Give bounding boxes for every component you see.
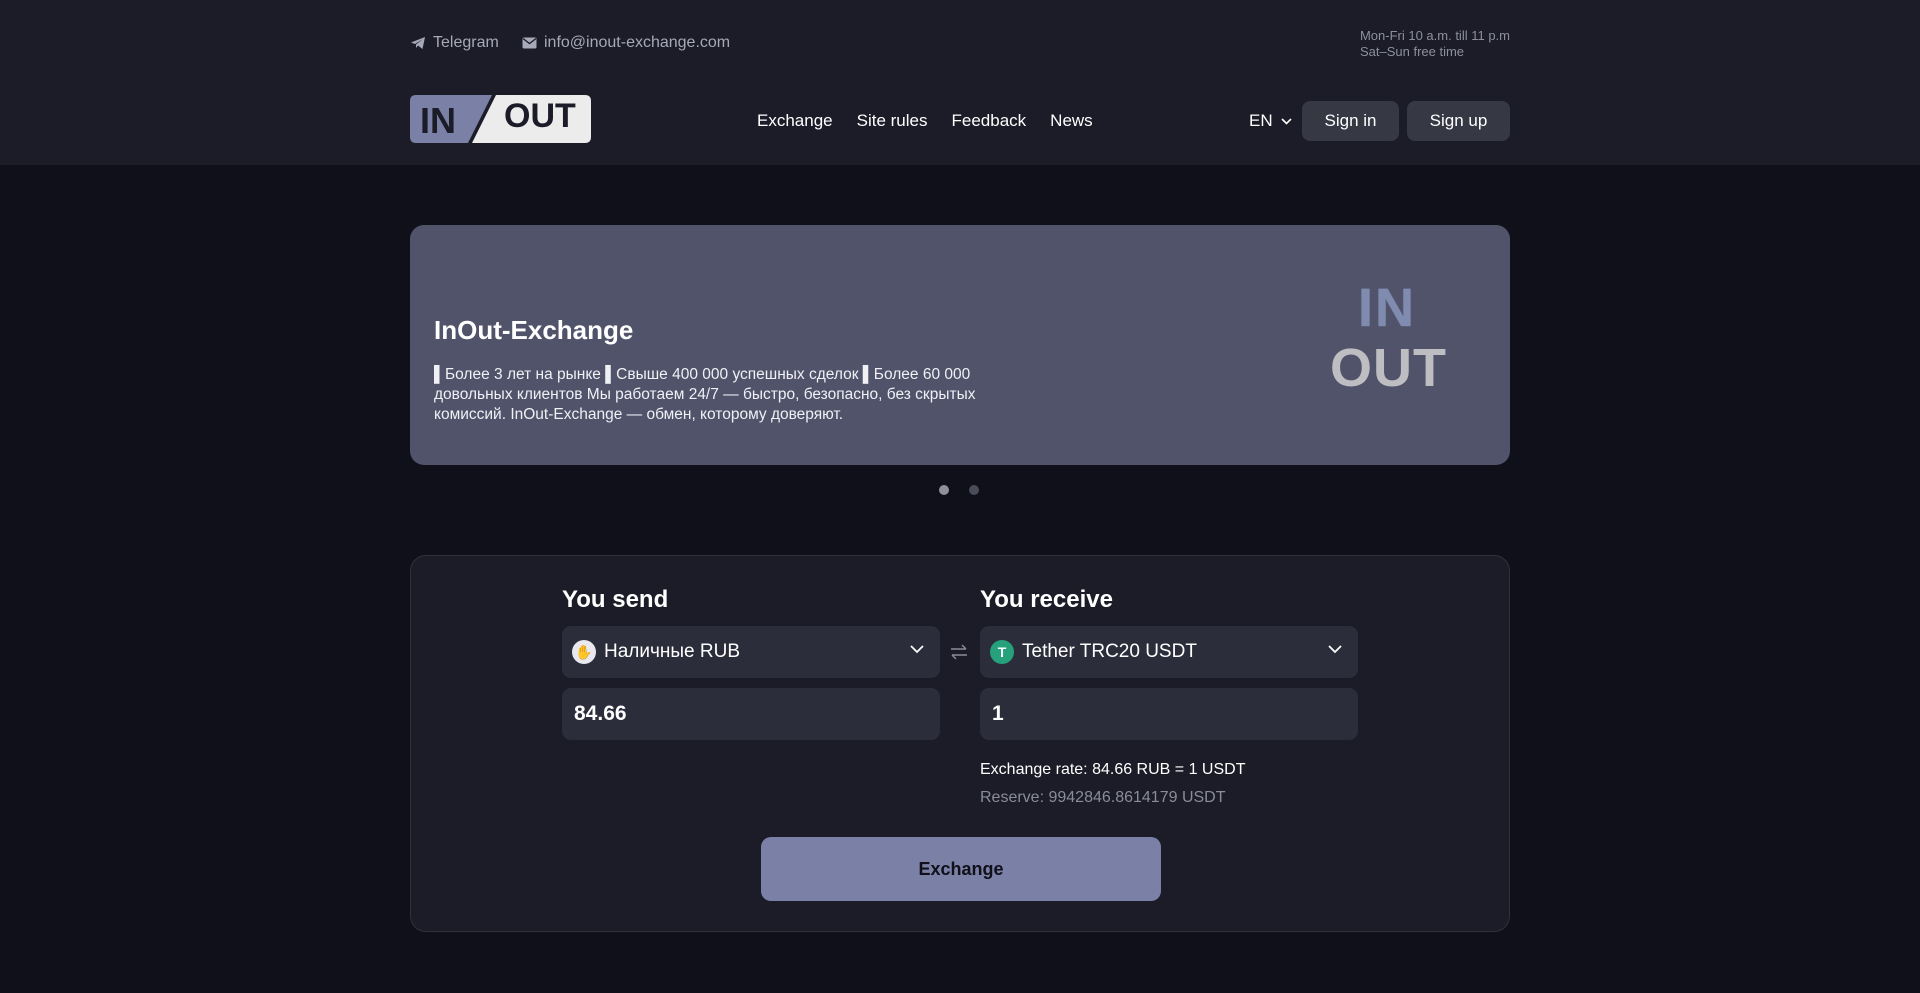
telegram-icon: [411, 37, 425, 49]
exchange-button[interactable]: Exchange: [761, 837, 1161, 901]
inout-logo[interactable]: IN OUT: [410, 95, 591, 143]
send-column: You send ✋ Наличные RUB: [562, 586, 940, 740]
receive-amount-input[interactable]: [980, 688, 1358, 740]
top-bar: Telegram info@inout-exchange.com Mon-Fri…: [410, 0, 1510, 88]
sign-in-button[interactable]: Sign in: [1302, 101, 1399, 141]
language-label: EN: [1249, 111, 1273, 130]
exchange-rate: Exchange rate: 84.66 RUB = 1 USDT: [980, 761, 1246, 778]
logo-in-text: IN: [420, 100, 456, 141]
carousel-dots: [939, 485, 979, 495]
logo-out-text: OUT: [504, 97, 576, 135]
telegram-label: Telegram: [433, 34, 499, 51]
send-currency-label: Наличные RUB: [604, 641, 740, 662]
chevron-down-icon: [1281, 117, 1292, 125]
email-label: info@inout-exchange.com: [544, 34, 731, 51]
banner-logo-out: OUT: [1330, 338, 1447, 398]
receive-currency-label: Tether TRC20 USDT: [1022, 641, 1197, 662]
banner-logo-in: IN: [1358, 278, 1416, 338]
carousel-dot-1[interactable]: [939, 485, 949, 495]
chevron-down-icon: [910, 645, 924, 654]
main-nav: Exchange Site rules Feedback News: [757, 111, 1093, 131]
chevron-down-icon: [1328, 645, 1342, 654]
nav-news[interactable]: News: [1050, 111, 1093, 131]
rub-coin-icon: ✋: [572, 640, 596, 664]
nav-feedback[interactable]: Feedback: [952, 111, 1027, 131]
site-header: Telegram info@inout-exchange.com Mon-Fri…: [0, 0, 1920, 165]
reserve-amount: Reserve: 9942846.8614179 USDT: [980, 789, 1226, 806]
sign-up-button[interactable]: Sign up: [1407, 101, 1510, 141]
telegram-link[interactable]: Telegram: [410, 34, 499, 52]
language-select[interactable]: EN: [1249, 111, 1292, 131]
promo-banner: InOut-Exchange ▌Более 3 лет на рынке ▌Св…: [410, 225, 1510, 465]
send-currency-select[interactable]: ✋ Наличные RUB: [562, 626, 940, 678]
nav-bar: IN OUT Exchange Site rules Feedback News…: [410, 88, 1510, 165]
send-amount-input[interactable]: [562, 688, 940, 740]
exchange-panel: You send ✋ Наличные RUB You receive T Te…: [410, 555, 1510, 932]
nav-exchange[interactable]: Exchange: [757, 111, 833, 131]
receive-currency-select[interactable]: T Tether TRC20 USDT: [980, 626, 1358, 678]
mail-icon: [522, 37, 537, 49]
hours-weekend: Sat–Sun free time: [1359, 44, 1465, 59]
hours-weekdays: Mon-Fri 10 a.m. till 11 p.m: [1359, 28, 1510, 43]
carousel-dot-2[interactable]: [969, 485, 979, 495]
banner-text: ▌Более 3 лет на рынке ▌Свыше 400 000 усп…: [434, 366, 976, 423]
receive-column: You receive T Tether TRC20 USDT: [980, 586, 1358, 740]
receive-title: You receive: [980, 586, 1113, 613]
email-link[interactable]: info@inout-exchange.com: [522, 34, 730, 52]
swap-icon[interactable]: [949, 644, 969, 660]
send-title: You send: [562, 586, 669, 613]
nav-site-rules[interactable]: Site rules: [857, 111, 928, 131]
tether-icon: T: [990, 640, 1014, 664]
banner-title: InOut-Exchange: [434, 315, 634, 345]
working-hours: Mon-Fri 10 a.m. till 11 p.m Sat–Sun free…: [1360, 28, 1510, 60]
